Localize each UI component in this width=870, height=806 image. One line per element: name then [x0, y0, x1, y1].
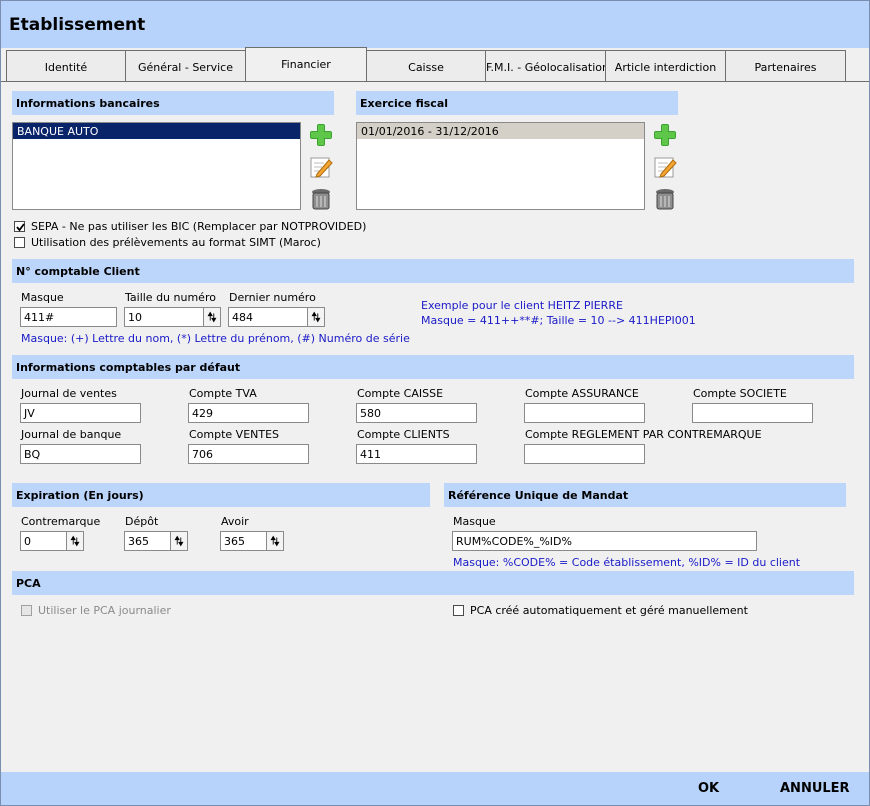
dernier-stepper[interactable]: 484 [228, 307, 325, 327]
compte-reglement-field[interactable] [524, 444, 645, 464]
taille-label: Taille du numéro [125, 291, 216, 304]
journal-ventes-label: Journal de ventes [21, 387, 117, 400]
tab-financier[interactable]: Financier [245, 47, 367, 82]
ok-button[interactable]: OK [698, 781, 719, 796]
pca-journalier-checkbox[interactable] [21, 605, 32, 616]
compte-assurance-label: Compte ASSURANCE [525, 387, 639, 400]
section-header-pca: PCA [12, 571, 854, 595]
compte-clients-label: Compte CLIENTS [357, 428, 450, 441]
taille-value: 10 [128, 311, 142, 324]
spinner-arrows-icon[interactable] [170, 531, 188, 551]
tab-partenaires[interactable]: Partenaires [725, 50, 846, 82]
compte-caisse-label: Compte CAISSE [357, 387, 444, 400]
compte-ventes-field[interactable]: 706 [188, 444, 309, 464]
sepa-checkbox[interactable] [14, 221, 25, 232]
tab-fmi-geolocalisation[interactable]: F.M.I. - Géolocalisation [485, 50, 606, 82]
taille-stepper[interactable]: 10 [124, 307, 221, 327]
contremarque-stepper[interactable]: 0 [20, 531, 84, 551]
window-title: Etablissement [9, 15, 146, 35]
footer-bar: OK ANNULER [1, 772, 869, 805]
section-header-bank: Informations bancaires [12, 91, 334, 115]
masque-label: Masque [21, 291, 64, 304]
tab-identite[interactable]: Identité [6, 50, 126, 82]
pca-journalier-label: Utiliser le PCA journalier [38, 604, 171, 617]
compte-caisse-field[interactable]: 580 [356, 403, 477, 423]
pca-auto-checkbox[interactable] [453, 605, 464, 616]
spinner-arrows-icon[interactable] [266, 531, 284, 551]
masque-help: Masque: (+) Lettre du nom, (*) Lettre du… [21, 332, 410, 345]
compte-tva-label: Compte TVA [189, 387, 257, 400]
pca-auto-label: PCA créé automatiquement et géré manuell… [470, 604, 748, 617]
bank-list[interactable]: BANQUE AUTO [12, 122, 301, 210]
compte-societe-field[interactable] [692, 403, 813, 423]
depot-stepper[interactable]: 365 [124, 531, 188, 551]
avoir-stepper[interactable]: 365 [220, 531, 284, 551]
sepa-label: SEPA - Ne pas utiliser les BIC (Remplace… [31, 220, 367, 233]
avoir-value: 365 [224, 535, 245, 548]
list-item[interactable]: 01/01/2016 - 31/12/2016 [357, 123, 644, 139]
contremarque-value: 0 [24, 535, 31, 548]
spinner-arrows-icon[interactable] [66, 531, 84, 551]
tab-divider [1, 81, 869, 82]
section-header-client-account: N° comptable Client [12, 259, 854, 283]
avoir-label: Avoir [221, 515, 249, 528]
masque-field[interactable]: 411# [20, 307, 117, 327]
compte-societe-label: Compte SOCIETE [693, 387, 787, 400]
depot-value: 365 [128, 535, 149, 548]
section-header-rum: Référence Unique de Mandat [444, 483, 846, 507]
compte-assurance-field[interactable] [524, 403, 645, 423]
section-header-defaults: Informations comptables par défaut [12, 355, 854, 379]
list-item[interactable]: BANQUE AUTO [13, 123, 300, 139]
dernier-label: Dernier numéro [229, 291, 316, 304]
plus-icon[interactable] [652, 122, 678, 148]
journal-banque-label: Journal de banque [21, 428, 122, 441]
section-header-fiscal: Exercice fiscal [356, 91, 678, 115]
tab-general-service[interactable]: Général - Service [125, 50, 246, 82]
journal-ventes-field[interactable]: JV [20, 403, 141, 423]
etablissement-window: Etablissement Identité Général - Service… [0, 0, 870, 806]
simt-label: Utilisation des prélèvements au format S… [31, 236, 321, 249]
simt-checkbox[interactable] [14, 237, 25, 248]
journal-banque-field[interactable]: BQ [20, 444, 141, 464]
rum-masque-help: Masque: %CODE% = Code établissement, %ID… [453, 556, 801, 569]
depot-label: Dépôt [125, 515, 159, 528]
fiscal-list[interactable]: 01/01/2016 - 31/12/2016 [356, 122, 645, 210]
spinner-arrows-icon[interactable] [307, 307, 325, 327]
pencil-icon[interactable] [652, 154, 678, 180]
plus-icon[interactable] [308, 122, 334, 148]
trash-icon[interactable] [308, 186, 334, 212]
example-line-2: Masque = 411++**#; Taille = 10 --> 411HE… [421, 314, 696, 327]
tab-article-interdiction[interactable]: Article interdiction [605, 50, 726, 82]
title-bar: Etablissement [1, 1, 869, 48]
tab-caisse[interactable]: Caisse [366, 50, 486, 82]
rum-masque-field[interactable]: RUM%CODE%_%ID% [452, 531, 757, 551]
compte-tva-field[interactable]: 429 [188, 403, 309, 423]
dernier-value: 484 [232, 311, 253, 324]
pencil-icon[interactable] [308, 154, 334, 180]
section-header-expiration: Expiration (En jours) [12, 483, 430, 507]
compte-clients-field[interactable]: 411 [356, 444, 477, 464]
example-line-1: Exemple pour le client HEITZ PIERRE [421, 299, 623, 312]
cancel-button[interactable]: ANNULER [780, 781, 850, 796]
checkmark-icon [16, 223, 25, 232]
rum-masque-label: Masque [453, 515, 496, 528]
compte-ventes-label: Compte VENTES [189, 428, 280, 441]
contremarque-label: Contremarque [21, 515, 101, 528]
trash-icon[interactable] [652, 186, 678, 212]
spinner-arrows-icon[interactable] [203, 307, 221, 327]
compte-reglement-label: Compte REGLEMENT PAR CONTREMARQUE [525, 428, 762, 441]
